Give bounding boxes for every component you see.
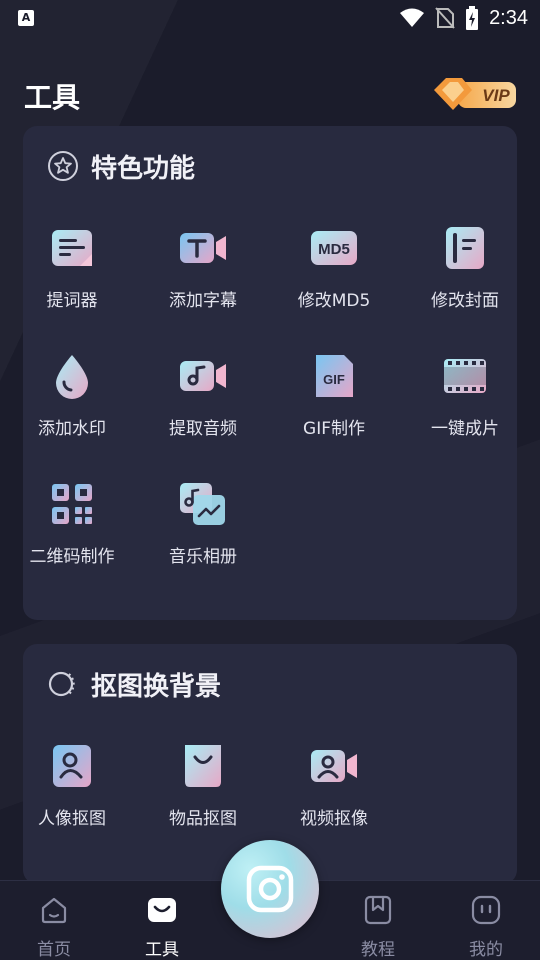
tool-qr-code[interactable]: 二维码制作 xyxy=(12,480,132,590)
tool-label: 人像抠图 xyxy=(38,809,106,829)
nav-item-tutorial[interactable]: 教程 xyxy=(338,891,418,960)
toolbox-icon xyxy=(148,898,176,922)
nav-label: 工具 xyxy=(145,940,179,960)
tool-label: 修改MD5 xyxy=(297,291,371,311)
nav-item-tools[interactable]: 工具 xyxy=(122,891,202,960)
nav-item-home[interactable]: 首页 xyxy=(14,891,94,960)
qr-code-icon xyxy=(52,484,92,524)
md5-icon: MD5 xyxy=(311,231,357,265)
tool-label: 音乐相册 xyxy=(169,547,237,567)
tool-modify-cover[interactable]: 修改封面 xyxy=(405,224,525,334)
tool-music-album[interactable]: 音乐相册 xyxy=(143,480,263,590)
page-title: 工具 xyxy=(24,81,81,114)
nav-label: 教程 xyxy=(361,940,395,960)
nav-label: 首页 xyxy=(37,940,71,960)
status-bar: A 2:34 xyxy=(0,0,540,36)
cutout-card-header: 抠图换背景 xyxy=(47,666,221,702)
cutout-circle-icon xyxy=(48,671,75,697)
home-icon xyxy=(41,897,67,924)
tool-label: 一键成片 xyxy=(431,419,499,439)
vip-badge[interactable]: VIP xyxy=(432,76,518,112)
video-cutout-icon xyxy=(311,750,357,782)
tool-label: 修改封面 xyxy=(431,291,499,311)
svg-text:MD5: MD5 xyxy=(318,241,350,258)
audio-camera-icon xyxy=(180,361,226,391)
nav-item-mine[interactable]: 我的 xyxy=(446,891,526,960)
feature-card-header: 特色功能 xyxy=(47,148,195,184)
star-circle-icon xyxy=(48,151,78,181)
tool-modify-md5[interactable]: MD5 修改MD5 xyxy=(274,224,394,334)
no-sim-icon xyxy=(435,7,455,29)
tool-object-cutout[interactable]: 物品抠图 xyxy=(143,742,263,852)
tool-label: 添加水印 xyxy=(38,419,106,439)
tool-label: GIF制作 xyxy=(303,419,365,439)
tool-label: 二维码制作 xyxy=(29,547,115,567)
tool-add-subtitle[interactable]: 添加字幕 xyxy=(143,224,263,334)
gif-icon: GIF xyxy=(316,355,353,397)
tool-label: 提词器 xyxy=(46,291,98,311)
nav-label: 我的 xyxy=(469,940,503,960)
status-time: 2:34 xyxy=(489,6,528,29)
tool-one-click-film[interactable]: 一键成片 xyxy=(405,352,525,462)
tool-video-cutout[interactable]: 视频抠像 xyxy=(274,742,394,852)
bookmark-book-icon xyxy=(364,895,392,925)
tool-add-watermark[interactable]: 添加水印 xyxy=(12,352,132,462)
battery-charging-icon xyxy=(466,6,479,30)
tool-teleprompter[interactable]: 提词器 xyxy=(12,224,132,334)
tool-extract-audio[interactable]: 提取音频 xyxy=(143,352,263,462)
cover-icon xyxy=(446,227,484,269)
tool-label: 视频抠像 xyxy=(300,809,368,829)
profile-face-icon xyxy=(471,895,501,925)
film-strip-icon xyxy=(444,359,486,393)
music-album-icon xyxy=(180,483,225,525)
subtitle-camera-icon xyxy=(180,233,226,263)
portrait-cutout-icon xyxy=(53,745,91,787)
svg-text:GIF: GIF xyxy=(323,372,345,387)
feature-section-title: 特色功能 xyxy=(91,153,196,184)
feature-card: 特色功能 提词器 添加字幕 MD5 修改MD5 修改封面 添加水印 提取音频 G… xyxy=(23,126,517,620)
water-drop-icon xyxy=(56,355,88,399)
camera-button[interactable] xyxy=(221,840,319,938)
teleprompter-icon xyxy=(52,230,92,266)
app-notification-icon: A xyxy=(18,10,34,26)
camera-icon xyxy=(246,865,294,913)
tool-label: 提取音频 xyxy=(169,419,237,439)
tool-gif-maker[interactable]: GIF GIF制作 xyxy=(274,352,394,462)
tool-portrait-cutout[interactable]: 人像抠图 xyxy=(12,742,132,852)
cutout-section-title: 抠图换背景 xyxy=(91,671,222,702)
vip-label: VIP xyxy=(482,86,510,105)
tool-label: 添加字幕 xyxy=(169,291,237,311)
tool-label: 物品抠图 xyxy=(169,809,237,829)
wifi-icon xyxy=(400,8,425,27)
bag-cutout-icon xyxy=(185,745,221,787)
